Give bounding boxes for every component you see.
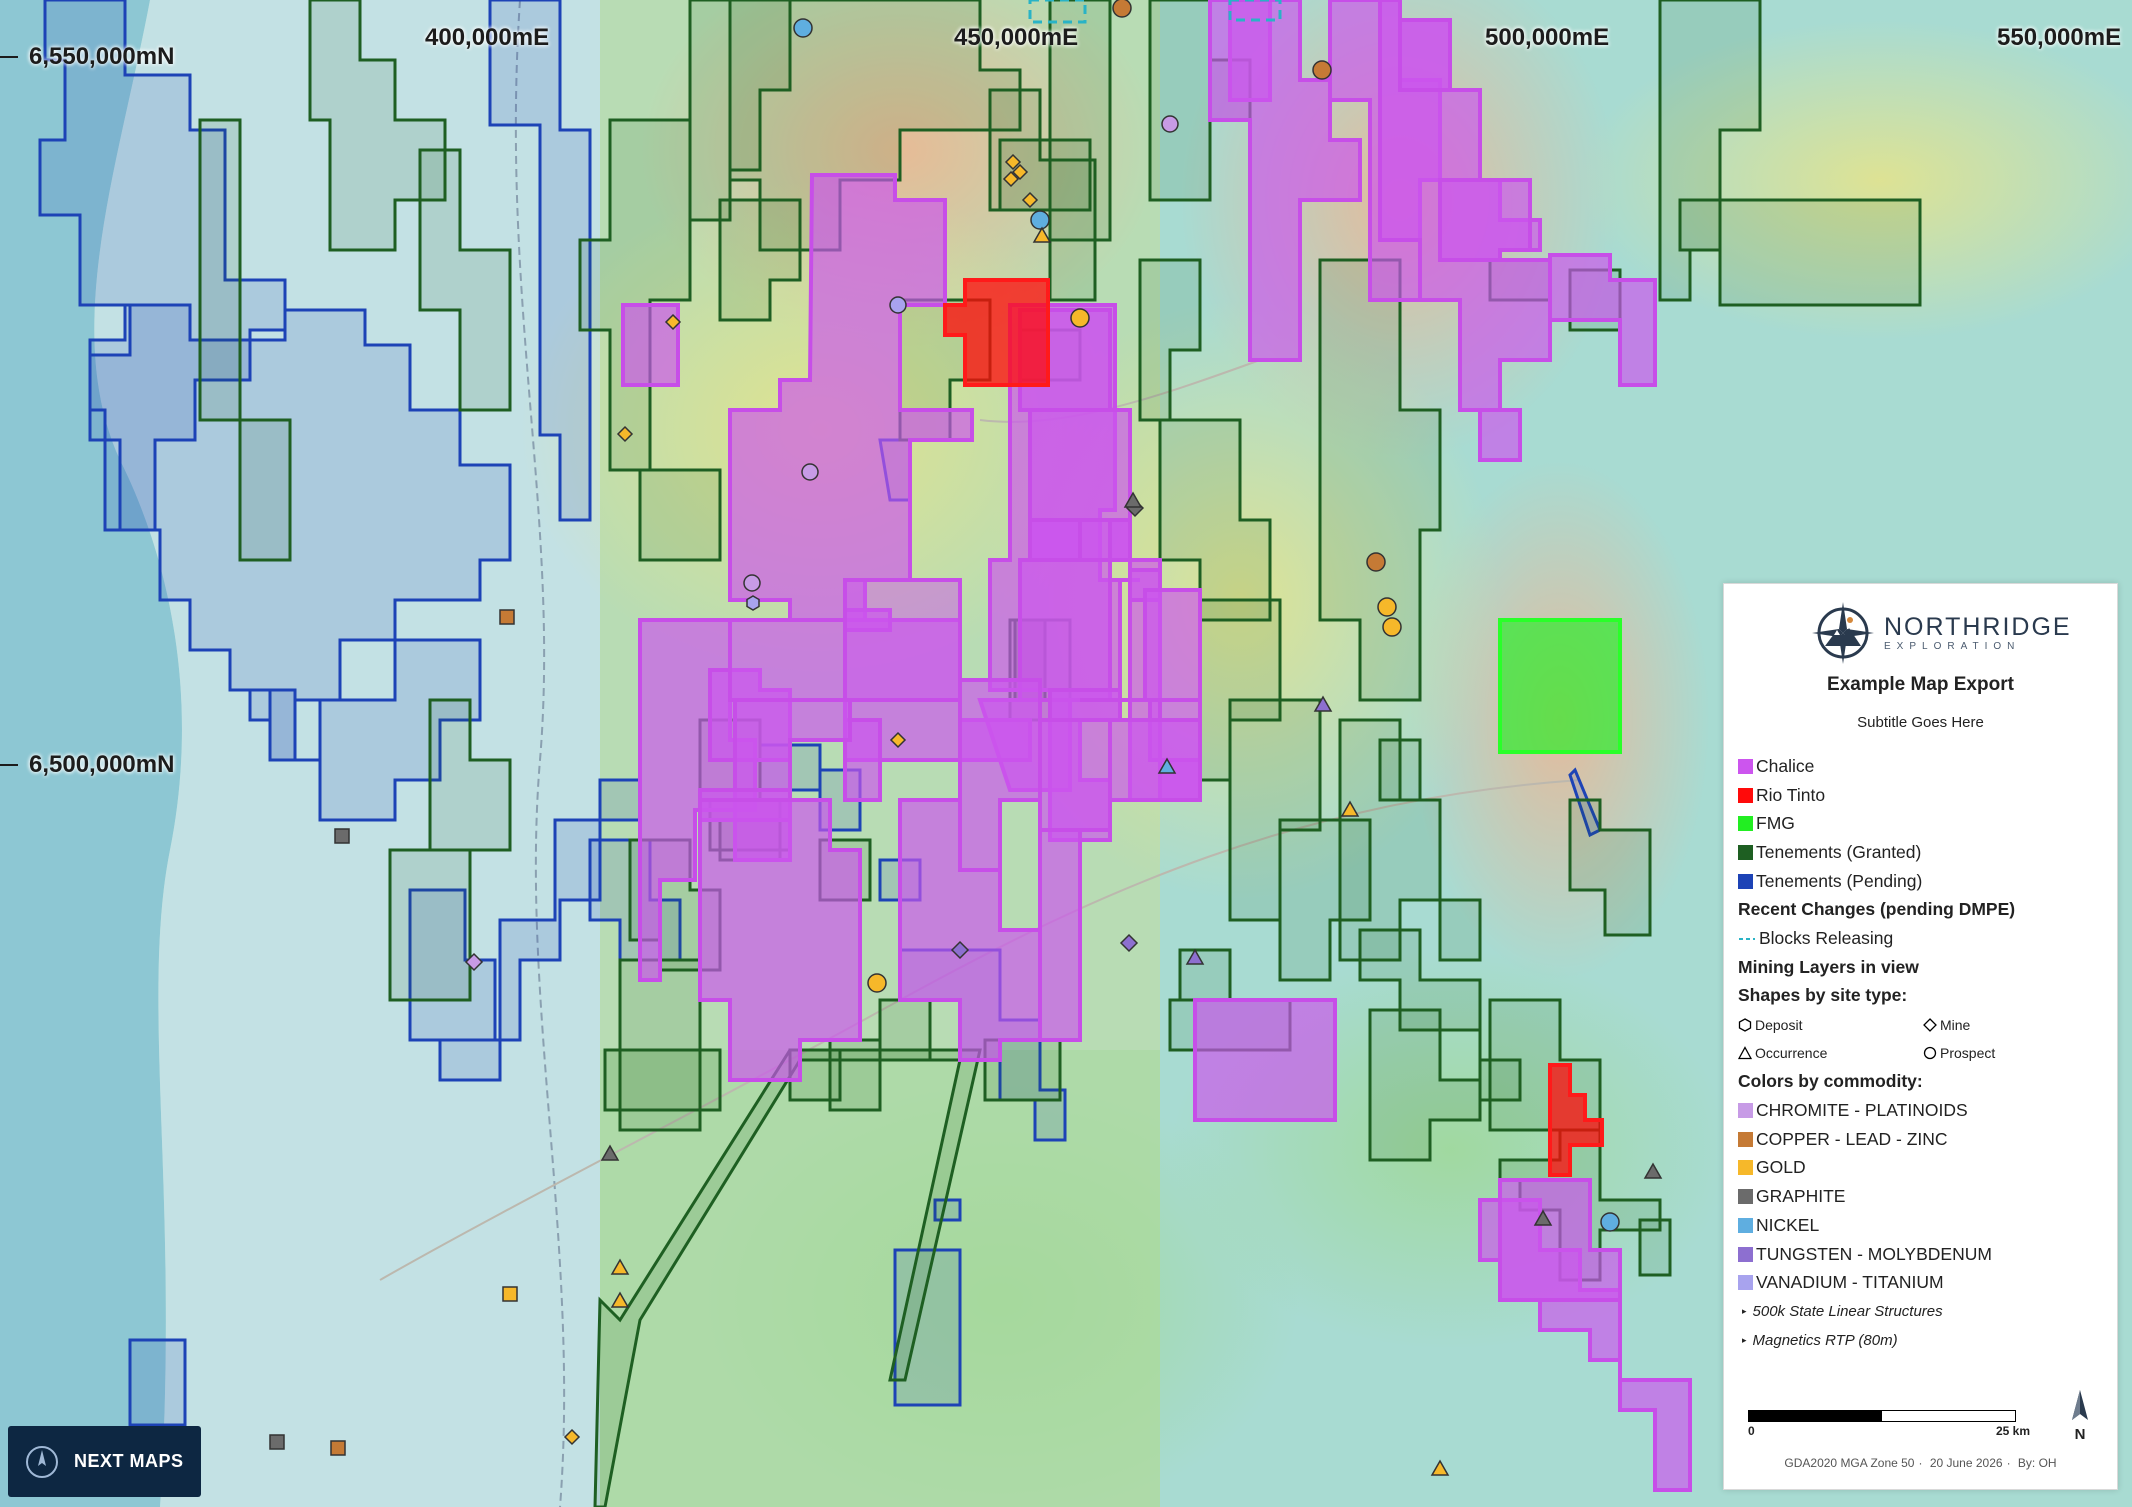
legend-label: Rio Tinto [1756,784,1826,805]
scale-bar: 0 25 km [1748,1410,2030,1438]
legend-item-rio-tinto[interactable]: Rio Tinto [1738,781,2108,810]
swatch [1738,1246,1753,1262]
map-legend: NORTHRIDGE EXPLORATION Example Map Expor… [1723,583,2118,1490]
shape-label: Mine [1940,1016,1971,1033]
author-label: By: OH [2017,1456,2057,1470]
shapes-heading: Shapes by site type: [1738,985,1908,1006]
legend-item-graphite[interactable]: GRAPHITE [1738,1182,2108,1211]
legend-item-fmg[interactable]: FMG [1738,809,2108,838]
easting-label: 450,000mE [954,24,1079,51]
legend-item-nickel[interactable]: NICKEL [1738,1211,2108,1240]
swatch [1738,1131,1753,1147]
easting-label: 550,000mE [1997,24,2122,51]
expand-arrow-icon[interactable]: ▸ [1742,1306,1747,1317]
legend-label: FMG [1756,813,1795,834]
logo-subtitle: EXPLORATION [1884,640,2021,652]
swatch [1738,1189,1753,1205]
easting-label: 400,000mE [425,24,550,51]
triangle-icon [1738,1046,1752,1060]
legend-label: VANADIUM - TITANIUM [1756,1272,1944,1293]
shape-label: Deposit [1755,1016,1803,1033]
swatch [1738,1103,1753,1119]
legend-item-blocks-releasing[interactable]: Blocks Releasing [1738,924,2108,953]
date-label: 20 June 2026 [1929,1456,2003,1470]
legend-label: NICKEL [1756,1214,1820,1235]
swatch [1738,1217,1753,1233]
swatch [1738,758,1753,774]
hexagon-icon [1738,1017,1752,1032]
legend-item-prospect: Prospect [1923,1039,2108,1068]
swatch [1738,1275,1753,1291]
legend-item-occurrence: Occurrence [1738,1039,1923,1068]
legend-item-tenements-granted[interactable]: Tenements (Granted) [1738,838,2108,867]
map-footer: GDA2020 MGA Zone 50 · 20 June 2026 · By: O… [1784,1456,2057,1470]
legend-label: Tenements (Granted) [1756,841,1922,862]
expand-arrow-icon[interactable]: ▸ [1742,1335,1747,1346]
legend-item-tungsten[interactable]: TUNGSTEN - MOLYBDENUM [1738,1240,2108,1269]
diamond-icon [1923,1017,1937,1032]
legend-label: GRAPHITE [1756,1186,1846,1207]
legend-item-chromite[interactable]: CHROMITE - PLATINOIDS [1738,1096,2108,1125]
legend-items: Chalice Rio Tinto FMG Tenements (Granted… [1738,752,2108,1354]
next-maps-logo-icon [26,1445,58,1478]
easting-label: 500,000mE [1485,24,1610,51]
legend-label: CHROMITE - PLATINOIDS [1756,1100,1968,1121]
legend-item-mine: Mine [1923,1010,2108,1039]
circle-icon [1923,1047,1937,1060]
scale-end: 25 km [1996,1424,2031,1438]
legend-item-chalice[interactable]: Chalice [1738,752,2108,781]
legend-item-copper[interactable]: COPPER - LEAD - ZINC [1738,1125,2108,1154]
swatch [1738,844,1753,860]
swatch [1738,816,1753,832]
north-arrow: N [2071,1390,2089,1443]
company-logo: NORTHRIDGE EXPLORATION [1810,600,2072,666]
legend-label: Tenements (Pending) [1756,870,1923,891]
dashed-line-icon [1739,937,1755,940]
northing-label: 6,500,000mN [29,751,175,778]
legend-label: GOLD [1756,1157,1806,1178]
legend-item-gold[interactable]: GOLD [1738,1154,2108,1183]
map-title: Example Map Export [1827,674,2014,695]
swatch [1738,1160,1753,1176]
legend-label: 500k State Linear Structures [1752,1302,1943,1320]
scale-zero: 0 [1748,1424,1755,1438]
northing-label: 6,550,000mN [29,43,175,70]
swatch [1738,873,1753,889]
logo-name: NORTHRIDGE [1884,612,2072,641]
legend-label: Magnetics RTP (80m) [1752,1331,1898,1349]
colors-heading: Colors by commodity: [1738,1071,1923,1092]
next-maps-label: NEXT MAPS [74,1451,184,1471]
legend-item-magnetics[interactable]: ▸ Magnetics RTP (80m) [1738,1326,2108,1355]
legend-item-tenements-pending[interactable]: Tenements (Pending) [1738,867,2108,896]
crs-label: GDA2020 MGA Zone 50 [1784,1456,1915,1470]
north-arrow-icon [2072,1390,2088,1420]
map-subtitle: Subtitle Goes Here [1857,714,1984,731]
legend-label: Chalice [1756,755,1815,776]
site-type-shapes: Deposit Mine Occurrence Prospect [1738,1010,2108,1067]
legend-label: COPPER - LEAD - ZINC [1756,1128,1948,1149]
legend-label: TUNGSTEN - MOLYBDENUM [1756,1243,1992,1264]
legend-item-vanadium[interactable]: VANADIUM - TITANIUM [1738,1268,2108,1297]
fmg-tenements-layer[interactable] [1498,618,1622,754]
legend-label: Blocks Releasing [1759,927,1894,948]
compass-logo-icon [1812,602,1874,664]
shape-label: Prospect [1940,1045,1996,1062]
legend-item-linear-structures[interactable]: ▸ 500k State Linear Structures [1738,1297,2108,1326]
legend-item-deposit: Deposit [1738,1010,1923,1039]
recent-changes-heading: Recent Changes (pending DMPE) [1738,899,2016,920]
north-label: N [2074,1426,2086,1443]
next-maps-badge[interactable]: NEXT MAPS [8,1426,201,1497]
shape-label: Occurrence [1755,1045,1828,1062]
swatch [1738,787,1753,803]
mining-layers-heading: Mining Layers in view [1738,956,1919,977]
